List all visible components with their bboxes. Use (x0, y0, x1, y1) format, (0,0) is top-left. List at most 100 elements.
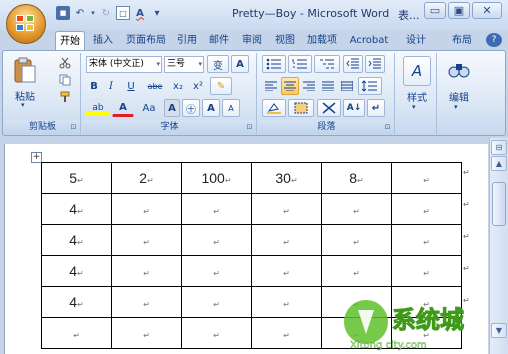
change-case-button[interactable]: Aa (137, 99, 161, 117)
clear-format-icon[interactable]: ✎ (210, 77, 232, 95)
bullets-icon[interactable] (262, 55, 286, 73)
table-cell[interactable]: ↵ (181, 317, 252, 349)
ruler-toggle-icon[interactable]: ⊟ (491, 140, 507, 155)
table-cell[interactable]: ↵ (111, 317, 182, 349)
close-button[interactable]: ✕ (472, 2, 502, 19)
underline-button[interactable]: U (120, 77, 142, 95)
subscript-button[interactable]: x₂ (169, 77, 187, 95)
strikethrough-button[interactable]: abe (144, 77, 166, 95)
grow-font-button[interactable]: A (202, 99, 220, 117)
font-color-button[interactable]: A (112, 99, 134, 117)
tab-page-layout[interactable]: 页面布局 (122, 31, 170, 50)
table-cell[interactable]: ↵ (391, 193, 462, 225)
table-cell[interactable]: ↵ (251, 317, 322, 349)
numbering-icon[interactable] (288, 55, 312, 73)
shrink-font-button[interactable]: A (222, 99, 240, 117)
align-left-icon[interactable] (262, 77, 280, 95)
increase-indent-icon[interactable] (365, 55, 385, 73)
tab-home[interactable]: 开始 (55, 31, 85, 50)
restore-button[interactable]: ▣ (448, 2, 470, 19)
scroll-thumb[interactable] (492, 182, 506, 226)
tab-addins[interactable]: 加载项 (303, 31, 341, 50)
shading-icon[interactable] (262, 99, 286, 117)
table-cell[interactable]: ↵ (321, 193, 392, 225)
table-cell[interactable]: ↵ (251, 286, 322, 318)
table-cell[interactable]: ↵ (181, 224, 252, 256)
table-cell[interactable]: ↵ (251, 193, 322, 225)
paragraph-launcher-icon[interactable]: ⊡ (383, 123, 392, 132)
sort-icon[interactable]: A↓ (343, 99, 365, 117)
clipboard-launcher-icon[interactable]: ⊡ (69, 123, 78, 132)
char-border-button[interactable]: A (231, 55, 249, 73)
table-cell[interactable]: 30↵ (251, 162, 322, 194)
table-cell[interactable]: ↵ (111, 255, 182, 287)
tab-review[interactable]: 审阅 (238, 31, 266, 50)
table-cell[interactable]: 4↵ (41, 255, 112, 287)
customize-qat-icon[interactable]: ▾ (150, 6, 164, 20)
table-cell[interactable]: 8↵ (321, 162, 392, 194)
asian-layout-icon[interactable] (317, 99, 341, 117)
styles-group[interactable]: A 样式 ▾ (397, 53, 437, 134)
redo-icon[interactable]: ↻ (99, 6, 113, 20)
table-cell[interactable]: ↵ (111, 286, 182, 318)
show-marks-icon[interactable]: ↵ (367, 99, 385, 117)
spelling-icon[interactable]: A (133, 6, 147, 20)
table-cell[interactable]: ↵ (181, 255, 252, 287)
tab-layout[interactable]: 布局 (448, 31, 476, 50)
save-icon[interactable]: ■ (56, 6, 70, 20)
scroll-up-icon[interactable]: ▲ (491, 156, 507, 171)
highlight-button[interactable]: ab (86, 99, 110, 117)
table-cell[interactable]: ↵ (111, 224, 182, 256)
distributed-icon[interactable] (338, 77, 356, 95)
line-spacing-icon[interactable] (358, 77, 382, 95)
table-cell[interactable]: ↵ (111, 193, 182, 225)
align-center-icon[interactable] (281, 77, 299, 95)
font-size-combo[interactable]: 三号 ▾ (164, 56, 204, 73)
cut-icon[interactable] (57, 56, 73, 70)
char-shading-button[interactable]: A (164, 99, 180, 117)
table-cell[interactable]: ↵ (391, 162, 462, 194)
tab-insert[interactable]: 插入 (88, 31, 118, 50)
paste-icon[interactable] (11, 56, 39, 86)
decrease-indent-icon[interactable] (343, 55, 363, 73)
table-cell[interactable]: 5↵ (41, 162, 112, 194)
table-cell[interactable]: ↵ (391, 224, 462, 256)
table-cell[interactable]: 2↵ (111, 162, 182, 194)
help-icon[interactable]: ? (486, 33, 502, 47)
table-cell[interactable]: 4↵ (41, 286, 112, 318)
scroll-down-icon[interactable]: ▼ (491, 323, 507, 338)
justify-icon[interactable] (319, 77, 337, 95)
table-cell[interactable]: 4↵ (41, 224, 112, 256)
copy-icon[interactable] (57, 73, 73, 87)
table-cell[interactable]: ↵ (41, 317, 112, 349)
table-cell[interactable]: 4↵ (41, 193, 112, 225)
enclose-chars-button[interactable]: ㊉ (182, 99, 200, 117)
font-name-combo[interactable]: 宋体 (中文正) ▾ (86, 56, 162, 73)
superscript-button[interactable]: x² (189, 77, 207, 95)
borders-icon[interactable] (288, 99, 314, 117)
print-preview-icon[interactable]: □ (116, 6, 130, 20)
tab-design[interactable]: 设计 (402, 31, 430, 50)
table-cell[interactable]: ↵ (321, 255, 392, 287)
table-cell[interactable]: ↵ (181, 286, 252, 318)
font-launcher-icon[interactable]: ⊡ (245, 123, 254, 132)
table-cell[interactable]: ↵ (181, 193, 252, 225)
table-cell[interactable]: ↵ (321, 224, 392, 256)
vertical-scrollbar[interactable]: ⊟ ▲ ▼ (489, 138, 508, 354)
table-cell[interactable]: ↵ (251, 255, 322, 287)
italic-button[interactable]: I (103, 77, 119, 95)
minimize-button[interactable]: ▭ (424, 2, 446, 19)
table-cell[interactable]: ↵ (391, 255, 462, 287)
bold-button[interactable]: B (86, 77, 102, 95)
tab-acrobat[interactable]: Acrobat (346, 31, 392, 50)
align-right-icon[interactable] (300, 77, 318, 95)
undo-icon[interactable]: ↶ (73, 6, 87, 20)
table-cell[interactable]: 100↵ (181, 162, 252, 194)
phonetic-guide-button[interactable]: 变 (207, 55, 229, 73)
tab-references[interactable]: 引用 (173, 31, 201, 50)
tab-view[interactable]: 视图 (271, 31, 299, 50)
multilevel-list-icon[interactable] (314, 55, 340, 73)
format-painter-icon[interactable] (57, 90, 73, 104)
table-cell[interactable]: ↵ (251, 224, 322, 256)
tab-mailings[interactable]: 邮件 (205, 31, 233, 50)
